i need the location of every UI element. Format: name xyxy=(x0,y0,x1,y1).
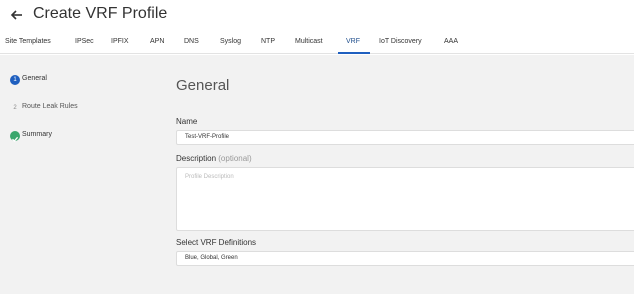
tab-site-templates[interactable]: Site Templates xyxy=(5,38,51,45)
form-panel: General Name Test-VRF-Profile Descriptio… xyxy=(161,55,634,294)
step-label: Summary xyxy=(22,131,52,138)
step-marker-active: 1 xyxy=(10,75,20,85)
page-header: Create VRF Profile xyxy=(0,0,634,30)
tab-ipfix[interactable]: IPFIX xyxy=(111,38,129,45)
tab-multicast[interactable]: Multicast xyxy=(295,38,323,45)
tab-apn[interactable]: APN xyxy=(150,38,164,45)
tab-ipsec[interactable]: IPSec xyxy=(75,38,94,45)
tab-iot-discovery[interactable]: IoT Discovery xyxy=(379,38,422,45)
active-tab-indicator xyxy=(338,52,370,54)
name-label: Name xyxy=(176,117,198,126)
page-title: Create VRF Profile xyxy=(33,5,168,22)
tab-aaa[interactable]: AAA xyxy=(444,38,458,45)
step-label: General xyxy=(22,75,47,82)
tab-dns[interactable]: DNS xyxy=(184,38,199,45)
step-label: Route Leak Rules xyxy=(22,103,78,110)
section-title: General xyxy=(176,77,230,94)
tab-bar: Site Templates IPSec IPFIX APN DNS Syslo… xyxy=(0,30,634,54)
name-input[interactable]: Test-VRF-Profile xyxy=(176,130,634,145)
vrf-definitions-select[interactable]: Blue, Global, Green xyxy=(176,251,634,266)
description-textarea[interactable]: Profile Description xyxy=(176,167,634,231)
description-label-text: Description xyxy=(176,154,217,163)
step-marker-number: 2 xyxy=(13,105,17,111)
main-content: 1 General 2 Route Leak Rules Summary Gen… xyxy=(0,55,634,294)
arrow-left-icon[interactable] xyxy=(8,6,26,24)
tab-vrf[interactable]: VRF xyxy=(346,38,360,45)
tab-ntp[interactable]: NTP xyxy=(261,38,275,45)
check-icon xyxy=(10,131,20,142)
vrf-definitions-label: Select VRF Definitions xyxy=(176,238,257,247)
optional-tag: (optional) xyxy=(218,154,252,163)
tab-syslog[interactable]: Syslog xyxy=(220,38,241,45)
description-label: Description (optional) xyxy=(176,154,252,163)
